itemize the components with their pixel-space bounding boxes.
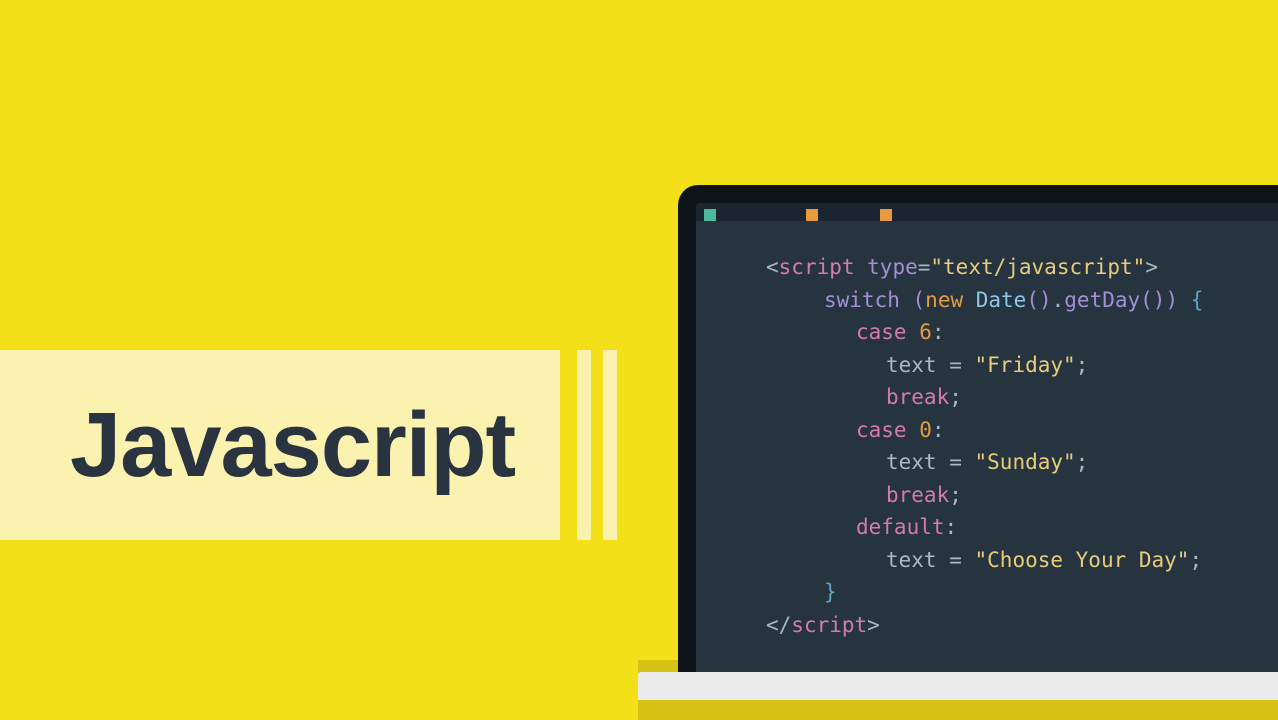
tab-indicator <box>704 209 716 221</box>
code-token: : <box>932 320 945 344</box>
code-token: break <box>886 385 949 409</box>
code-token: () <box>1140 288 1165 312</box>
code-token: . <box>1052 288 1065 312</box>
code-token: = <box>949 548 974 572</box>
code-token: ( <box>913 288 926 312</box>
code-token: new <box>925 288 976 312</box>
accent-bar <box>603 350 617 540</box>
code-token: Date <box>976 288 1027 312</box>
code-token: } <box>824 580 837 604</box>
laptop-base <box>638 672 1278 700</box>
code-token: "Friday" <box>975 353 1076 377</box>
editor-tab-bar <box>696 203 1278 221</box>
code-token: = <box>918 255 931 279</box>
code-token: ) <box>1165 288 1178 312</box>
code-token: { <box>1178 288 1203 312</box>
code-token: text <box>886 450 949 474</box>
code-token: break <box>886 483 949 507</box>
code-token: > <box>867 613 880 637</box>
code-token: getDay <box>1064 288 1140 312</box>
code-token: : <box>945 515 958 539</box>
title-banner: Javascript <box>0 350 560 540</box>
page-title: Javascript <box>70 393 515 498</box>
code-token: "Choose Your Day" <box>975 548 1190 572</box>
code-token: = <box>949 450 974 474</box>
code-token: script <box>791 613 867 637</box>
code-token: type <box>855 255 918 279</box>
code-token: script <box>779 255 855 279</box>
code-token: "Sunday" <box>975 450 1076 474</box>
code-token: "text/javascript" <box>930 255 1145 279</box>
code-token: () <box>1026 288 1051 312</box>
accent-bar <box>577 350 591 540</box>
code-token: ; <box>1189 548 1202 572</box>
code-token: ; <box>1076 353 1089 377</box>
code-token: 6 <box>919 320 932 344</box>
laptop-screen: <script type="text/javascript">switch (n… <box>696 203 1278 675</box>
tab-indicator <box>880 209 892 221</box>
code-token: ; <box>949 483 962 507</box>
code-token: text <box>886 353 949 377</box>
code-token: = <box>949 353 974 377</box>
code-token: ; <box>949 385 962 409</box>
code-token: ; <box>1076 450 1089 474</box>
code-token: < <box>766 255 779 279</box>
tab-indicator <box>917 209 1187 221</box>
code-token: case <box>856 418 919 442</box>
code-token: </ <box>766 613 791 637</box>
accent-bars <box>577 350 617 540</box>
code-token: : <box>932 418 945 442</box>
laptop-frame: <script type="text/javascript">switch (n… <box>678 185 1278 675</box>
code-token: > <box>1145 255 1158 279</box>
tab-indicator <box>806 209 818 221</box>
code-token: case <box>856 320 919 344</box>
code-token: switch <box>824 288 913 312</box>
code-token: default <box>856 515 945 539</box>
code-editor: <script type="text/javascript">switch (n… <box>696 221 1278 662</box>
code-token: text <box>886 548 949 572</box>
code-token: 0 <box>919 418 932 442</box>
